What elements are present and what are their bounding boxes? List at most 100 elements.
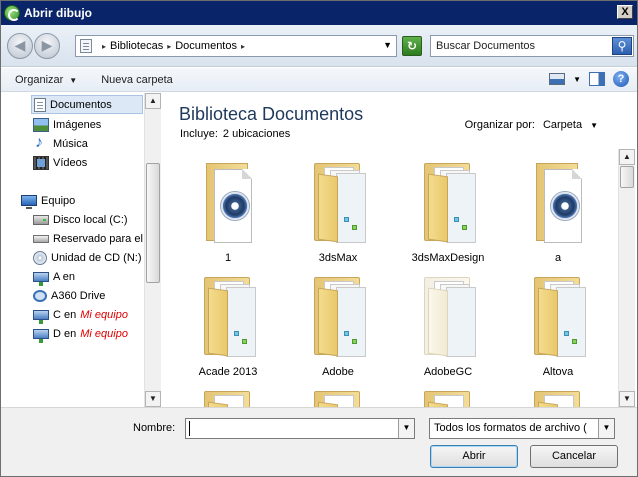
drawing-file-icon: [536, 163, 582, 243]
sidebar-item-imagenes[interactable]: Imágenes: [33, 115, 160, 134]
file-item[interactable]: a: [508, 161, 608, 271]
address-bar[interactable]: ▸ Bibliotecas ▸ Documentos ▸ ▼: [75, 35, 397, 57]
sidebar-item-videos[interactable]: Vídeos: [33, 153, 160, 172]
item-label: AdobeGC: [423, 366, 473, 378]
scroll-up-icon[interactable]: ▲: [145, 93, 161, 109]
chevron-down-icon[interactable]: ▼: [383, 40, 392, 50]
chevron-down-icon[interactable]: ▼: [398, 419, 414, 438]
folder-icon: [314, 275, 366, 357]
navigation-scrollbar[interactable]: ▲ ▼: [144, 93, 161, 407]
new-folder-button[interactable]: Nueva carpeta: [99, 74, 175, 86]
sidebar-item-local-disk[interactable]: Disco local (C:): [33, 210, 160, 229]
chevron-right-icon[interactable]: ▸: [167, 42, 171, 51]
cloud-drive-icon: [33, 289, 47, 302]
search-box[interactable]: ⚲: [430, 35, 634, 57]
sidebar-item-label: Equipo: [41, 194, 76, 207]
window-title: Abrir dibujo: [24, 6, 92, 20]
locations-link[interactable]: 2 ubicaciones: [223, 128, 290, 140]
sidebar-item-a360-drive[interactable]: A360 Drive: [33, 286, 160, 305]
refresh-button[interactable]: ↻: [402, 36, 422, 56]
breadcrumb-libraries[interactable]: Bibliotecas: [110, 40, 163, 52]
folder-item[interactable]: [178, 389, 278, 407]
file-type-select[interactable]: Todos los formatos de archivo ( ▼: [429, 418, 615, 439]
sidebar-item-c-en[interactable]: C en Mi equipo: [33, 305, 160, 324]
organize-label: Organizar: [15, 73, 64, 86]
hard-drive-icon: [33, 234, 49, 243]
arrange-value[interactable]: Carpeta: [543, 119, 582, 131]
folder-icon: [424, 161, 476, 243]
folder-item[interactable]: [508, 389, 608, 407]
sidebar-item-label: D en: [53, 327, 77, 340]
library-icon: [80, 39, 92, 53]
change-view-icon[interactable]: [549, 73, 566, 85]
includes-label: Incluye:: [180, 128, 218, 140]
title-bar[interactable]: Abrir dibujo X: [1, 1, 637, 25]
sidebar-item-label: C en: [53, 308, 77, 321]
sidebar-item-label: A en: [53, 270, 76, 283]
cd-drive-icon: [33, 250, 47, 265]
sidebar-item-label: Música: [53, 137, 88, 150]
folder-item[interactable]: [288, 389, 388, 407]
command-bar: Organizar ▼ Nueva carpeta ▼ ?: [1, 68, 637, 92]
sidebar-item-d-en[interactable]: D en Mi equipo: [33, 324, 160, 343]
chevron-down-icon[interactable]: ▼: [590, 121, 598, 130]
folder-item[interactable]: Acade 2013: [178, 275, 278, 385]
cancel-button[interactable]: Cancelar: [530, 445, 618, 468]
item-label: 3dsMax: [318, 252, 358, 264]
video-icon: [33, 155, 49, 170]
scrollbar-thumb[interactable]: [146, 163, 160, 283]
search-icon[interactable]: ⚲: [612, 37, 632, 55]
sidebar-item-musica[interactable]: Música: [33, 134, 160, 153]
sidebar-item-location: Mi equipo: [80, 327, 128, 340]
arrange-by[interactable]: Organizar por: Carpeta ▼: [465, 119, 598, 131]
scroll-down-icon[interactable]: ▼: [619, 391, 635, 407]
folder-icon: [424, 389, 474, 407]
sidebar-item-label: Unidad de CD (N:): [51, 251, 142, 264]
folder-item[interactable]: AdobeGC: [398, 275, 498, 385]
scroll-down-icon[interactable]: ▼: [145, 391, 161, 407]
organize-button[interactable]: Organizar ▼: [13, 74, 79, 86]
back-button[interactable]: ◀: [7, 33, 33, 59]
folder-item[interactable]: 3dsMax: [288, 161, 388, 271]
folder-item[interactable]: [398, 389, 498, 407]
network-drive-icon: [33, 328, 49, 343]
breadcrumb-documents[interactable]: Documentos: [175, 40, 237, 52]
file-item[interactable]: 1: [178, 161, 278, 271]
preview-pane-icon[interactable]: [589, 72, 605, 86]
file-name-label: Nombre:: [133, 422, 176, 434]
file-name-input[interactable]: [189, 421, 394, 436]
folder-icon: [534, 389, 584, 407]
file-name-combo[interactable]: ▼: [185, 418, 415, 439]
folder-item[interactable]: 3dsMaxDesign: [398, 161, 498, 271]
arrange-label: Organizar por:: [464, 119, 535, 131]
search-input[interactable]: [433, 38, 611, 54]
scrollbar-thumb[interactable]: [620, 166, 634, 188]
hidden-folder-icon: [424, 275, 476, 357]
scroll-up-icon[interactable]: ▲: [619, 149, 635, 165]
close-button[interactable]: X: [617, 5, 633, 19]
chevron-down-icon[interactable]: ▼: [598, 419, 614, 438]
chevron-right-icon[interactable]: ▸: [241, 42, 245, 51]
forward-button[interactable]: ▶: [34, 33, 60, 59]
sidebar-item-equipo[interactable]: Equipo: [21, 191, 160, 210]
chevron-down-icon[interactable]: ▼: [573, 75, 581, 84]
local-disk-icon: [33, 214, 49, 225]
network-drive-icon: [33, 271, 49, 286]
chevron-right-icon[interactable]: ▸: [102, 42, 106, 51]
help-icon[interactable]: ?: [613, 71, 629, 87]
view-controls: ▼ ?: [549, 71, 629, 87]
drawing-file-icon: [206, 163, 252, 243]
item-label: Adobe: [322, 366, 354, 378]
open-button[interactable]: Abrir: [430, 445, 518, 468]
file-list-scrollbar[interactable]: ▲ ▼: [618, 149, 635, 407]
folder-item[interactable]: Adobe: [288, 275, 388, 385]
sidebar-item-a-en[interactable]: A en: [33, 267, 160, 286]
sidebar-item-reserved[interactable]: Reservado para el: [33, 229, 160, 248]
folder-icon: [534, 275, 586, 357]
folder-item[interactable]: Altova: [508, 275, 608, 385]
item-label: 3dsMaxDesign: [411, 252, 485, 264]
sidebar-item-cd-drive[interactable]: Unidad de CD (N:): [33, 248, 160, 267]
folder-icon: [314, 389, 364, 407]
sidebar-item-label: Imágenes: [53, 118, 102, 131]
sidebar-item-documentos[interactable]: Documentos: [31, 95, 143, 114]
